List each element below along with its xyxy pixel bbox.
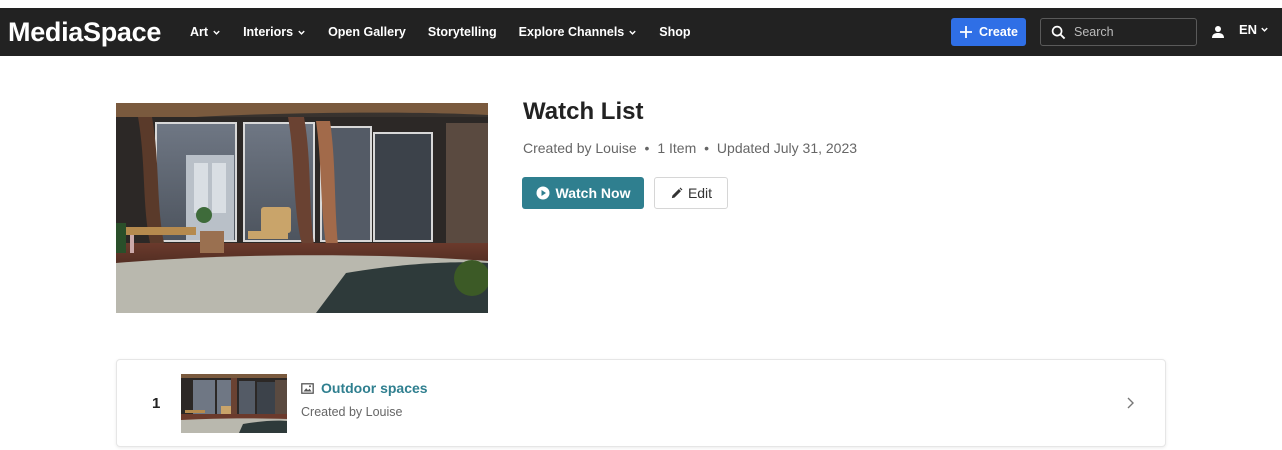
watch-now-button[interactable]: Watch Now (522, 177, 644, 209)
nav-shop-label: Shop (659, 25, 691, 39)
nav-interiors[interactable]: Interiors (243, 25, 306, 39)
search-icon (1051, 25, 1066, 39)
brand-logo[interactable]: MediaSpace (8, 16, 161, 48)
updated-date: Updated July 31, 2023 (716, 140, 858, 156)
nav-art[interactable]: Art (190, 25, 221, 39)
chevron-right-icon[interactable] (1124, 396, 1136, 410)
playlist-meta: Created by Louise • 1 Item • Updated Jul… (523, 140, 857, 156)
nav-interiors-label: Interiors (243, 25, 294, 39)
chevron-down-icon (298, 30, 305, 35)
page-title: Watch List (523, 98, 644, 125)
nav-storytelling-label: Storytelling (427, 25, 497, 39)
create-label: Create (979, 25, 1018, 39)
pencil-icon (671, 187, 683, 198)
nav-open-gallery[interactable]: Open Gallery (328, 25, 406, 39)
separator-dot: • (644, 140, 650, 156)
item-thumbnail-image (181, 374, 287, 433)
main-nav: Art Interiors Open Gallery Storytelling … (190, 8, 713, 56)
playlist-thumbnail[interactable] (116, 103, 488, 313)
created-by[interactable]: Created by Louise (523, 140, 637, 156)
create-button[interactable]: Create (951, 18, 1026, 46)
nav-storytelling[interactable]: Storytelling (428, 25, 497, 39)
chevron-down-icon (213, 30, 220, 35)
chevron-down-icon (629, 30, 636, 35)
search-input[interactable] (1074, 25, 1184, 39)
nav-explore-channels-label: Explore Channels (518, 25, 625, 39)
edit-button[interactable]: Edit (654, 177, 728, 209)
plus-icon (960, 26, 973, 38)
separator-dot: • (704, 140, 710, 156)
search-box[interactable] (1040, 18, 1197, 46)
top-navbar: MediaSpace Art Interiors Open Gallery St… (0, 8, 1282, 56)
item-index: 1 (152, 395, 161, 412)
list-item[interactable]: 1 Outdoor spaces Created by Louise (116, 359, 1166, 447)
watch-now-label: Watch Now (555, 185, 631, 201)
patio-scene-image (116, 103, 488, 313)
nav-art-label: Art (190, 25, 209, 39)
nav-open-gallery-label: Open Gallery (328, 25, 406, 39)
play-circle-icon (536, 186, 550, 200)
image-icon (301, 383, 314, 394)
language-selector[interactable]: EN (1239, 22, 1269, 37)
chevron-down-icon (1261, 27, 1268, 32)
nav-explore-channels[interactable]: Explore Channels (519, 25, 638, 39)
nav-shop[interactable]: Shop (659, 25, 690, 39)
item-created-by: Created by Louise (301, 405, 403, 419)
edit-label: Edit (687, 185, 713, 201)
language-label: EN (1239, 22, 1258, 37)
user-icon[interactable] (1211, 25, 1225, 39)
item-count: 1 Item (657, 140, 697, 156)
item-thumbnail[interactable] (181, 374, 287, 433)
item-title-link[interactable]: Outdoor spaces (321, 380, 428, 396)
